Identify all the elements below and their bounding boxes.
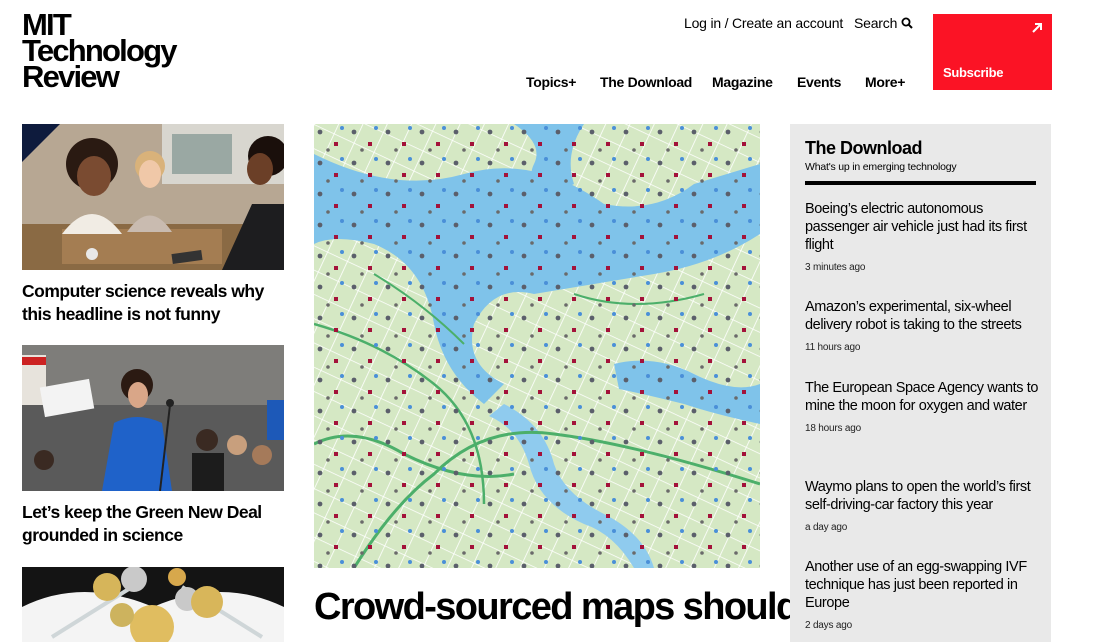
story-image-coins[interactable] <box>22 567 284 642</box>
feature-headline[interactable]: Crowd-sourced maps should <box>314 584 799 630</box>
nav-the-download[interactable]: The Download <box>600 74 692 90</box>
nav-magazine[interactable]: Magazine <box>712 74 773 90</box>
download-story-title[interactable]: The European Space Agency wants to mine … <box>805 379 1040 415</box>
photo-people-laughing <box>22 124 284 270</box>
search-icon <box>901 17 913 29</box>
feature-map-image[interactable] <box>314 124 760 568</box>
download-story-1[interactable]: Boeing’s electric autonomous passenger a… <box>805 200 1040 273</box>
download-story-title[interactable]: Another use of an egg-swapping IVF techn… <box>805 558 1040 612</box>
login-link[interactable]: Log in / Create an account <box>684 15 843 31</box>
download-story-title[interactable]: Waymo plans to open the world’s first se… <box>805 478 1040 514</box>
corner-triangle-icon <box>22 124 60 162</box>
photo-coins <box>22 567 284 642</box>
download-story-title[interactable]: Amazon’s experimental, six-wheel deliver… <box>805 298 1040 334</box>
search-label: Search <box>854 15 898 31</box>
download-story-time: 11 hours ago <box>805 342 861 353</box>
headline-story-1[interactable]: Computer science reveals why this headli… <box>22 280 284 326</box>
download-story-3[interactable]: The European Space Agency wants to mine … <box>805 379 1040 434</box>
crowd-sourced-map <box>314 124 760 568</box>
nav-events[interactable]: Events <box>797 74 841 90</box>
download-story-4[interactable]: Waymo plans to open the world’s first se… <box>805 478 1040 533</box>
download-story-5[interactable]: Another use of an egg-swapping IVF techn… <box>805 558 1040 631</box>
the-download-panel: The Download What's up in emerging techn… <box>790 124 1051 642</box>
subscribe-label: Subscribe <box>943 65 1004 80</box>
panel-subtitle: What's up in emerging technology <box>805 161 957 173</box>
download-story-time: 3 minutes ago <box>805 262 866 273</box>
download-story-2[interactable]: Amazon’s experimental, six-wheel deliver… <box>805 298 1040 353</box>
download-story-time: 2 days ago <box>805 620 852 631</box>
headline-story-2[interactable]: Let’s keep the Green New Deal grounded i… <box>22 501 284 547</box>
panel-title[interactable]: The Download <box>805 138 923 159</box>
story-image-rally[interactable] <box>22 345 284 491</box>
photo-rally-speaker <box>22 345 284 491</box>
arrow-up-right-icon <box>1032 23 1042 33</box>
story-image-people-laughing[interactable] <box>22 124 284 270</box>
nav-topics[interactable]: Topics+ <box>526 74 576 90</box>
site-logo[interactable]: MIT Technology Review <box>22 9 182 92</box>
panel-divider <box>805 181 1036 185</box>
nav-more[interactable]: More+ <box>865 74 905 90</box>
subscribe-button[interactable]: Subscribe <box>933 14 1052 90</box>
download-story-time: a day ago <box>805 522 848 533</box>
download-story-time: 18 hours ago <box>805 423 861 434</box>
download-story-title[interactable]: Boeing’s electric autonomous passenger a… <box>805 200 1040 254</box>
search-button[interactable]: Search <box>854 15 913 31</box>
